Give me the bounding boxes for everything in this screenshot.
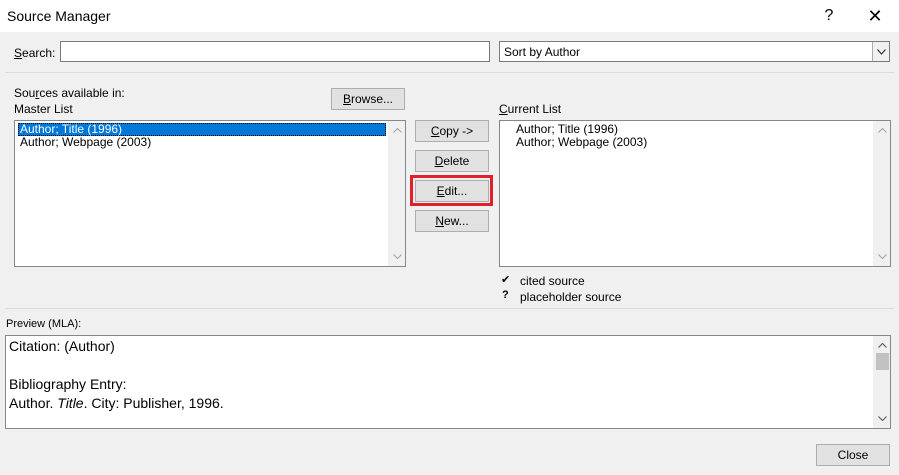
window-title: Source Manager [7,8,111,24]
scroll-down-icon[interactable] [874,410,890,427]
current-list[interactable]: Author; Title (1996) Author; Webpage (20… [499,120,891,267]
window-close-button[interactable]: ✕ [852,0,898,32]
scroll-down-icon[interactable] [874,248,890,265]
master-list-scrollbar[interactable] [388,121,405,266]
preview-citation: Citation: (Author) [9,338,115,354]
copy-button[interactable]: Copy -> [415,120,489,142]
preview-bibliography-entry: Author. Title. City: Publisher, 1996. [9,395,224,411]
chevron-down-icon[interactable] [872,42,889,61]
close-icon: ✕ [867,5,883,26]
scroll-up-icon[interactable] [874,122,890,139]
scroll-up-icon[interactable] [874,337,890,354]
preview-pane[interactable]: Citation: (Author) Bibliography Entry: A… [5,335,891,429]
current-list-label: Current List [499,102,562,116]
delete-button[interactable]: Delete [415,150,489,172]
current-list-scrollbar[interactable] [873,121,890,266]
close-button[interactable]: Close [816,444,890,466]
sort-dropdown[interactable]: Sort by Author [499,41,890,62]
placeholder-source-label: placeholder source [520,290,622,304]
new-button[interactable]: New... [415,210,489,232]
preview-scrollbar[interactable] [873,336,890,428]
sort-selected-value: Sort by Author [504,45,581,59]
search-input[interactable] [60,41,490,62]
master-list[interactable]: Author; Title (1996) Author; Webpage (20… [14,120,406,267]
help-button[interactable]: ? [806,0,852,32]
sources-available-label: Sources available in: [14,86,125,100]
divider-top [5,72,894,73]
scroll-down-icon[interactable] [389,248,405,265]
browse-button[interactable]: Browse... [331,88,405,110]
checkmark-icon: ✔ [501,274,511,286]
current-list-item[interactable]: Author; Webpage (2003) [516,136,647,149]
master-list-label: Master List [14,102,73,116]
search-label: Search: [14,46,56,60]
cited-source-label: cited source [520,274,585,288]
title-bar [0,0,899,32]
help-icon: ? [824,7,834,24]
divider-middle [5,308,894,309]
scroll-up-icon[interactable] [389,122,405,139]
master-list-item[interactable]: Author; Webpage (2003) [20,136,151,149]
preview-scroll-thumb[interactable] [876,353,889,370]
edit-button[interactable]: Edit... [415,180,489,202]
preview-bibliography-label: Bibliography Entry: [9,376,127,392]
question-icon: ? [502,289,509,301]
preview-label: Preview (MLA): [6,318,82,330]
